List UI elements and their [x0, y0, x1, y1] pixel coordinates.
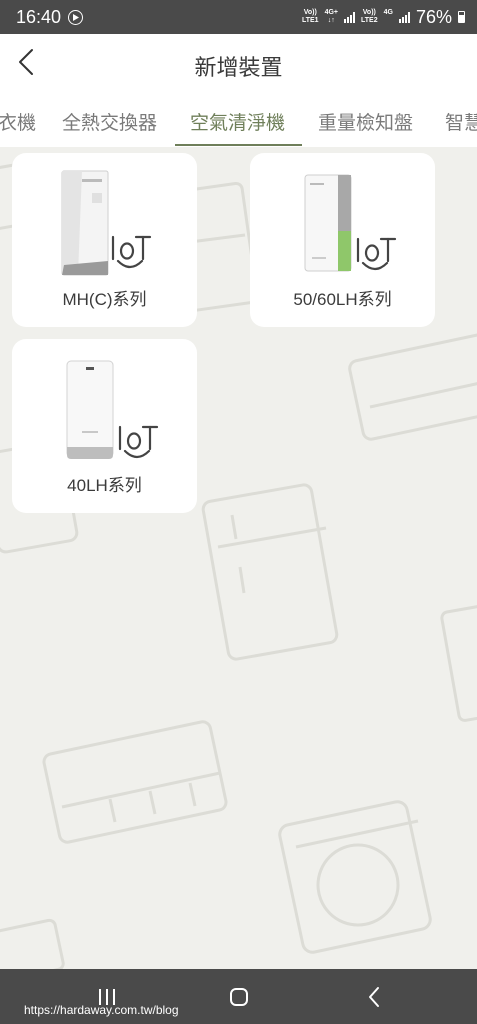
back-icon: [369, 987, 379, 1007]
watermark-url: https://hardaway.com.tw/blog: [24, 1003, 179, 1017]
active-tab-indicator: [175, 144, 302, 146]
battery-percentage: 76%: [415, 6, 452, 27]
air-purifier-compact-icon: [66, 360, 159, 459]
category-tabs: 衣機 全熱交換器 空氣清淨機 重量檢知盤 智慧: [0, 94, 477, 147]
air-purifier-slim-icon: [304, 174, 397, 272]
battery-icon: [458, 11, 465, 23]
sim1-signal-icon: [344, 11, 356, 23]
device-card-40lh[interactable]: 40LH系列: [12, 339, 197, 513]
page-title: 新增裝置: [194, 56, 283, 81]
tab-air-purifier[interactable]: 空氣清淨機: [190, 108, 285, 135]
sim1-network-type: 4G+ ↓↑: [324, 9, 339, 24]
tab-smart[interactable]: 智慧: [445, 108, 477, 135]
status-time: 16:40: [16, 6, 62, 27]
device-label: 50/60LH系列: [293, 290, 392, 309]
sim1-volte-indicator: Vo)) LTE1: [301, 9, 319, 24]
status-bar: 16:40 Vo)) LTE1 4G+ ↓↑ Vo)) LTE2 4G 76%: [0, 0, 477, 34]
device-label: MH(C)系列: [62, 290, 147, 309]
sim2-volte-indicator: Vo)) LTE2: [361, 9, 378, 24]
tab-weight-sensor[interactable]: 重量檢知盤: [318, 108, 413, 135]
air-purifier-large-icon: [61, 170, 152, 276]
device-card-mh-c[interactable]: MH(C)系列: [12, 153, 197, 327]
system-back-button[interactable]: [360, 983, 388, 1011]
play-notification-icon: [68, 9, 84, 25]
home-icon: [230, 988, 248, 1006]
sim2-network-type: 4G: [383, 9, 393, 16]
sim2-signal-icon: [398, 11, 410, 23]
tab-washing-machine[interactable]: 衣機: [0, 108, 36, 135]
app-header: 新增裝置: [0, 34, 477, 94]
device-label: 40LH系列: [67, 476, 142, 495]
tab-heat-exchanger[interactable]: 全熱交換器: [62, 108, 157, 135]
device-card-50-60lh[interactable]: 50/60LH系列: [250, 153, 435, 327]
home-button[interactable]: [225, 983, 253, 1011]
